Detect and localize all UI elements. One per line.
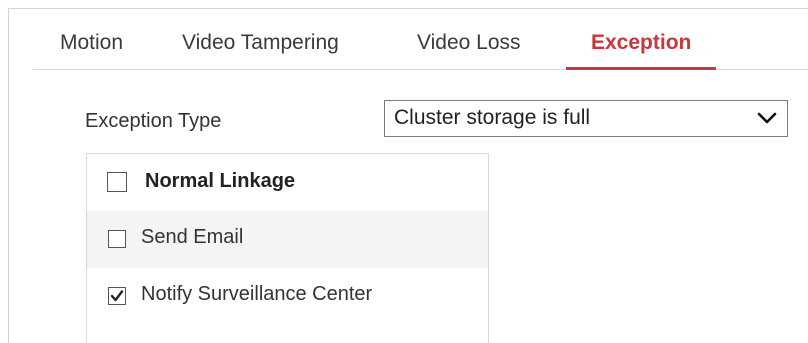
exception-type-label: Exception Type xyxy=(85,110,222,132)
tab-bar: Motion Video Tampering Video Loss Except… xyxy=(33,22,808,70)
linkage-panel: Normal Linkage Send Email Notify Surveil… xyxy=(86,153,489,343)
normal-linkage-label: Normal Linkage xyxy=(145,170,296,192)
notify-center-checkbox[interactable] xyxy=(108,287,126,305)
normal-linkage-row[interactable]: Normal Linkage xyxy=(87,154,488,211)
notify-center-row[interactable]: Notify Surveillance Center xyxy=(87,268,488,325)
tab-exception[interactable]: Exception xyxy=(565,22,717,70)
chevron-down-icon xyxy=(757,111,777,125)
send-email-checkbox[interactable] xyxy=(108,230,126,248)
exception-type-select[interactable]: Cluster storage is full xyxy=(384,100,788,137)
checkmark-icon xyxy=(110,290,124,302)
tab-video-loss[interactable]: Video Loss xyxy=(417,22,521,69)
tab-video-tampering[interactable]: Video Tampering xyxy=(182,22,339,69)
normal-linkage-checkbox[interactable] xyxy=(107,172,127,192)
notify-center-label: Notify Surveillance Center xyxy=(141,283,373,305)
exception-type-value: Cluster storage is full xyxy=(394,106,591,129)
send-email-row[interactable]: Send Email xyxy=(87,211,488,268)
tab-motion[interactable]: Motion xyxy=(60,22,123,69)
send-email-label: Send Email xyxy=(141,226,244,248)
